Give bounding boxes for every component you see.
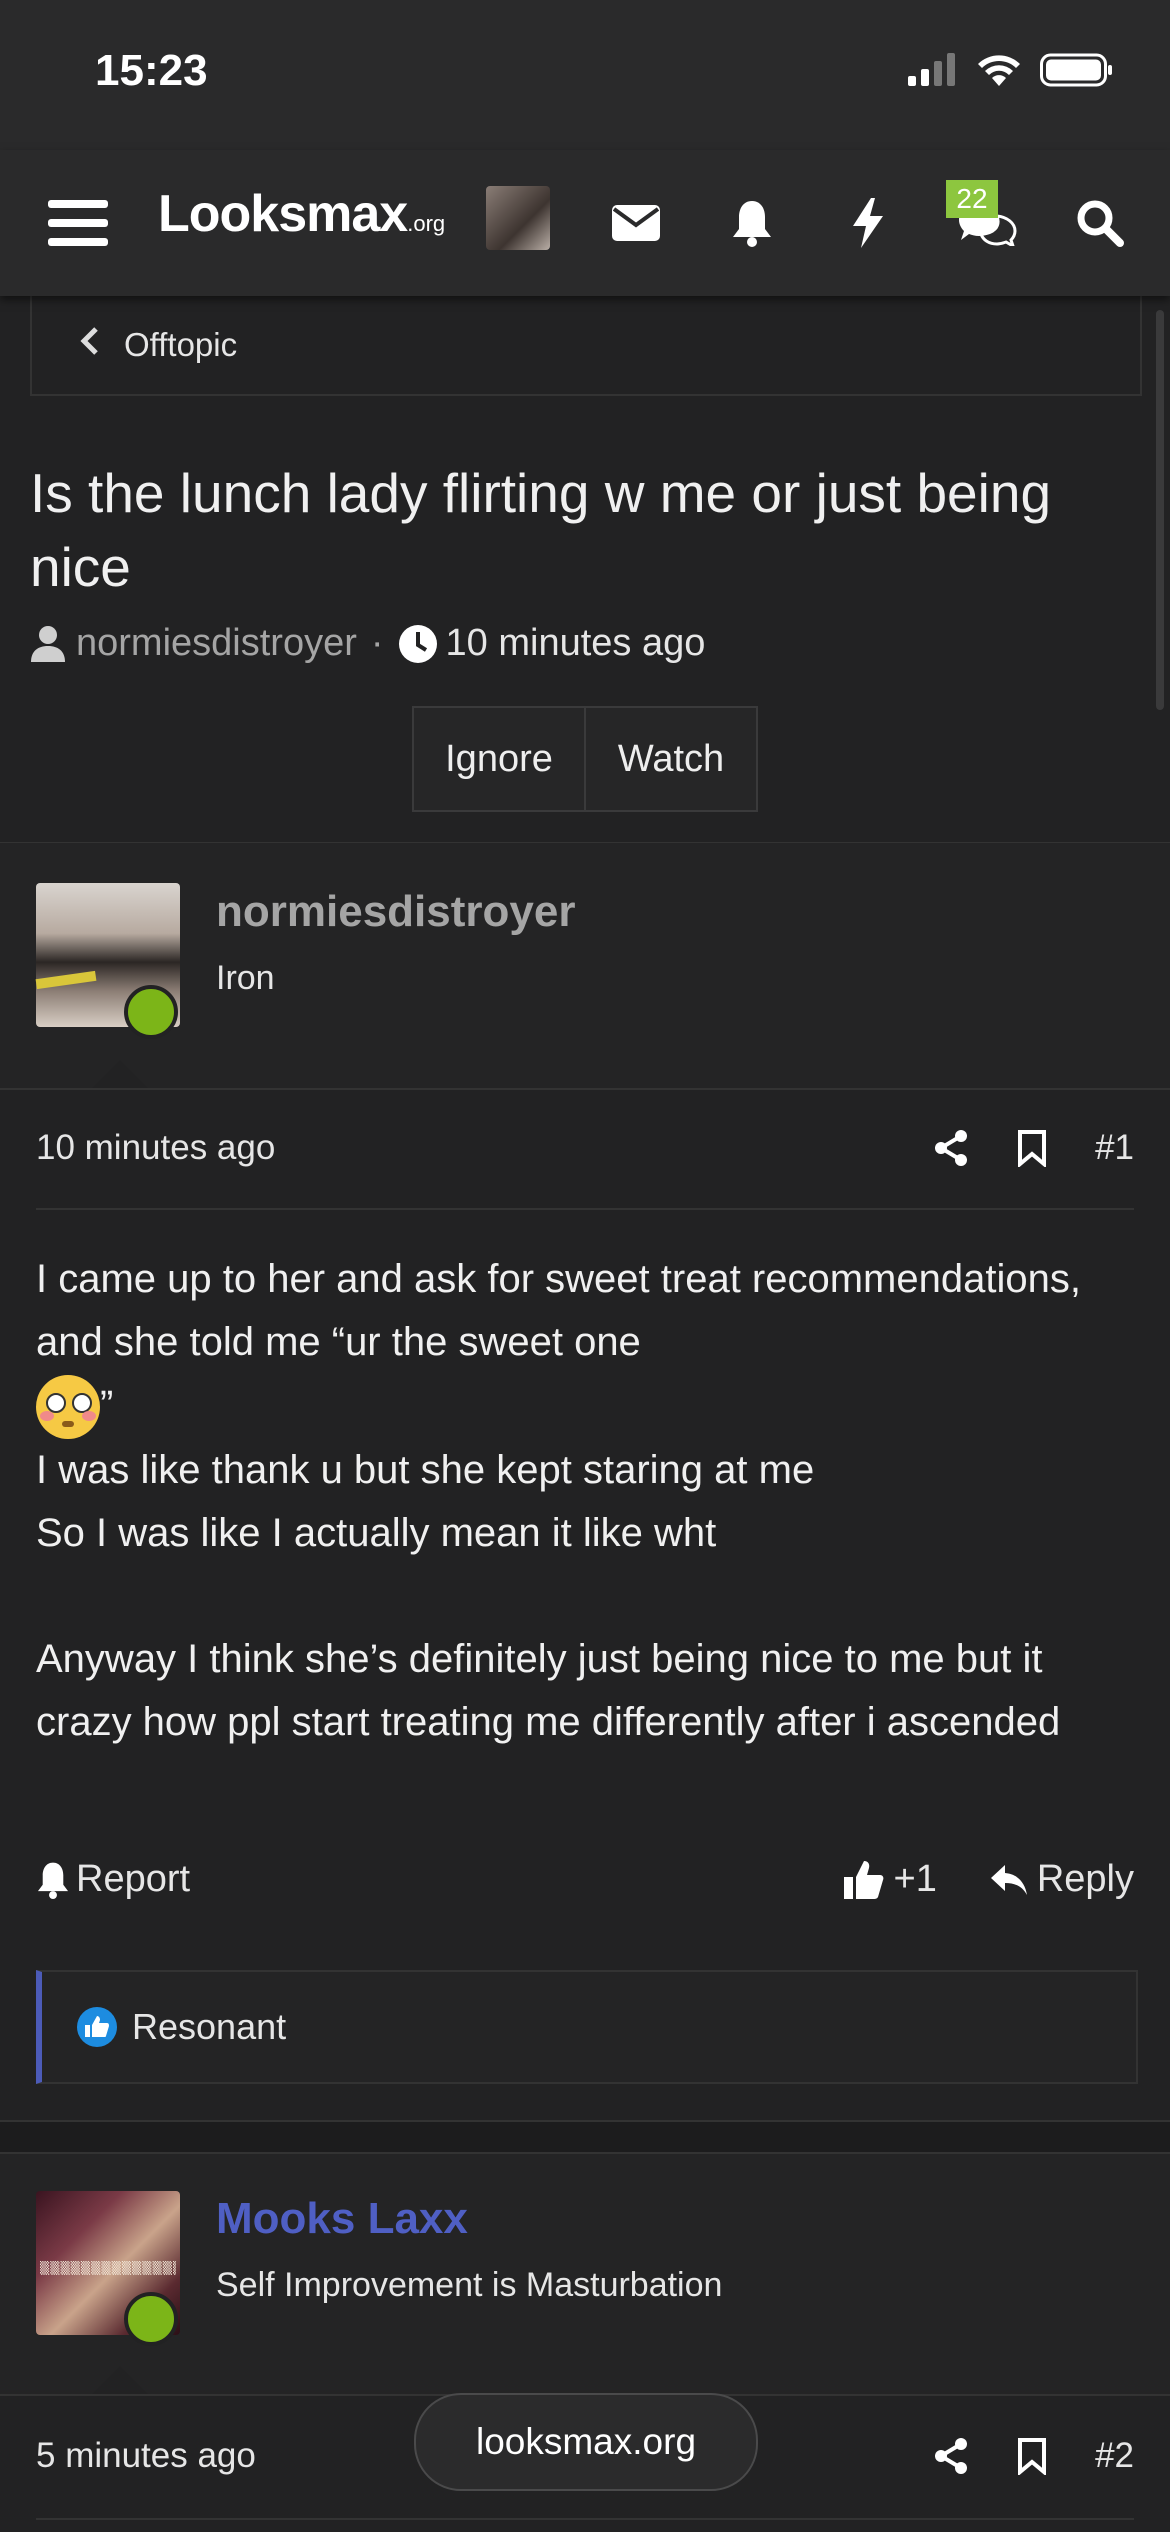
site-logo[interactable]: Looksmax.org (158, 184, 445, 244)
post-line: ” (100, 1383, 114, 1427)
envelope-icon (612, 205, 660, 241)
report-label: Report (76, 1858, 191, 1900)
post-line: So I was like I actually mean it like wh… (36, 1511, 717, 1556)
reply-arrow-icon (990, 1864, 1027, 1895)
status-time: 15:23 (95, 46, 208, 95)
status-bar: 15:23 (0, 0, 1170, 150)
online-indicator (124, 985, 178, 1039)
clock-icon (398, 624, 437, 663)
user-icon (31, 625, 65, 662)
reply-label: Reply (1036, 1858, 1134, 1900)
conversations-count-badge: 22 (946, 180, 998, 218)
post-actions: Report +1 Reply (36, 1858, 1134, 1901)
post-user-header: ▒▒▒▒▒▒▒▒▒▒▒▒▒▒ Mooks Laxx Self Improveme… (0, 2154, 1170, 2394)
top-navbar: Looksmax.org (0, 150, 1170, 296)
logo-suffix: .org (407, 211, 446, 236)
report-button[interactable]: Report (36, 1858, 190, 1901)
whats-new-button[interactable] (832, 150, 904, 296)
search-icon (1077, 200, 1124, 247)
avatar-detail: ▒▒▒▒▒▒▒▒▒▒▒▒▒▒ (40, 2261, 176, 2275)
like-button[interactable]: +1 (842, 1858, 937, 1901)
like-reaction-icon (77, 2007, 117, 2047)
reaction-label: Resonant (132, 2006, 287, 2047)
bookmark-icon[interactable] (1017, 1129, 1047, 1167)
user-title: Self Improvement is Masturbation (216, 2266, 723, 2304)
post-time[interactable]: 5 minutes ago (36, 2436, 256, 2476)
status-icons (906, 52, 1114, 88)
thread-author-link[interactable]: normiesdistroyer (76, 622, 357, 665)
online-indicator (124, 2292, 178, 2346)
menu-icon (48, 200, 108, 246)
alerts-button[interactable] (716, 150, 788, 296)
chevron-left-icon (80, 326, 100, 365)
post-number[interactable]: #1 (1095, 1128, 1134, 1168)
account-avatar[interactable] (486, 186, 550, 250)
post-line: Anyway I think she’s definitely just bei… (36, 1637, 1061, 1745)
post-body: I came up to her and ask for sweet treat… (36, 1248, 1136, 1754)
bookmark-icon[interactable] (1017, 2437, 1047, 2475)
cellular-signal-icon (908, 53, 955, 86)
post-line: I was like thank u but she kept staring … (36, 1448, 815, 1493)
message-pointer (92, 1060, 148, 1088)
post-time[interactable]: 10 minutes ago (36, 1128, 275, 1168)
post-user-header: normiesdistroyer Iron (0, 843, 1170, 1088)
bell-icon (37, 1862, 69, 1899)
inbox-button[interactable] (600, 150, 672, 296)
divider (36, 1208, 1134, 1210)
user-title: Iron (216, 959, 275, 997)
divider (0, 1088, 1170, 1090)
breadcrumb-label: Offtopic (124, 326, 238, 363)
post-gap (0, 2122, 1170, 2152)
thread-title: Is the lunch lady flirting w me or just … (30, 462, 1052, 598)
wifi-icon (978, 55, 1020, 86)
lightning-bolt-icon (853, 198, 883, 248)
avatar-detail (35, 970, 97, 990)
breadcrumb[interactable]: Offtopic (30, 296, 1142, 396)
bell-icon (733, 201, 771, 247)
share-icon[interactable] (933, 2437, 969, 2475)
message-pointer (92, 2366, 148, 2394)
like-count: +1 (893, 1858, 937, 1900)
thread-actions: Ignore Watch (412, 706, 758, 812)
thumbs-up-icon (843, 1860, 883, 1899)
search-button[interactable] (1062, 150, 1138, 296)
flushed-face-emoji-icon (36, 1375, 100, 1440)
logo-text: Looksmax (158, 185, 408, 243)
post-username[interactable]: normiesdistroyer (216, 887, 575, 937)
ignore-button[interactable]: Ignore (412, 706, 586, 812)
reply-button[interactable]: Reply (989, 1858, 1134, 1901)
page-scrollbar[interactable] (1156, 310, 1164, 710)
reactions-bar[interactable]: Resonant (36, 1970, 1138, 2084)
post-meta: 10 minutes ago #1 (36, 1120, 1134, 1176)
post-number[interactable]: #2 (1095, 2436, 1134, 2476)
post-username[interactable]: Mooks Laxx (216, 2194, 468, 2244)
battery-icon (1040, 53, 1112, 87)
share-icon[interactable] (933, 1129, 969, 1167)
safari-domain-pill[interactable]: looksmax.org (414, 2393, 758, 2491)
conversations-button[interactable] (950, 150, 1026, 296)
hamburger-menu-button[interactable] (40, 150, 116, 296)
watch-button[interactable]: Watch (586, 706, 758, 812)
thread-time[interactable]: 10 minutes ago (446, 622, 706, 665)
divider (36, 2518, 1134, 2520)
thread-meta: normiesdistroyer · 10 minutes ago (30, 622, 705, 665)
meta-separator: · (370, 622, 384, 664)
post-line: I came up to her and ask for sweet treat… (36, 1257, 1081, 1364)
